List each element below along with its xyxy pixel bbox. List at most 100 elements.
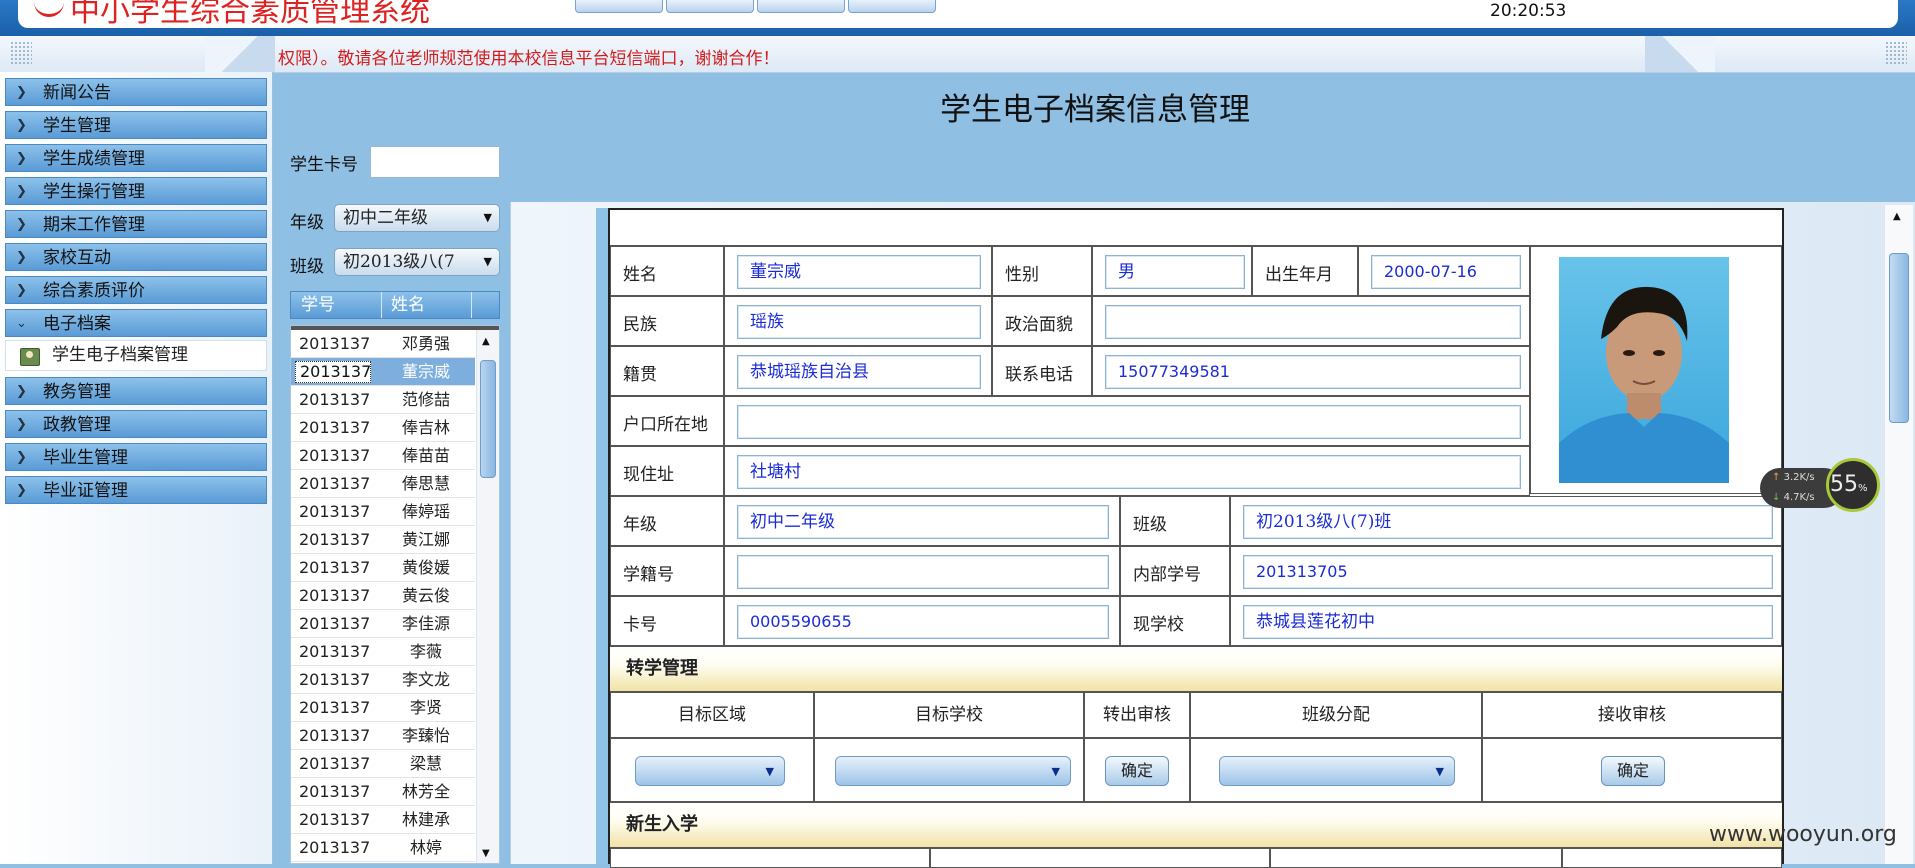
nav-button-help[interactable] (848, 0, 936, 13)
name-value-cell: 董宗威 (724, 246, 992, 296)
sidebar-item-diplomas[interactable]: ❯ 毕业证管理 (5, 476, 267, 504)
list-item[interactable]: 2013137 李文龙 (291, 666, 475, 694)
scroll-up-icon[interactable]: ▲ (1893, 211, 1901, 222)
list-item[interactable]: 2013137 黄俊媛 (291, 554, 475, 582)
chevron-right-icon: ❯ (16, 417, 27, 432)
column-header-receive-review: 接收审核 (1482, 692, 1782, 738)
list-item[interactable]: 2013137 林婷 (291, 834, 475, 862)
notice-marquee: 权限）。敬请各位老师规范使用本校信息平台短信端口，谢谢合作！ (278, 49, 780, 69)
list-item[interactable]: 2013137 李臻怡 (291, 722, 475, 750)
nav-button-home[interactable] (575, 0, 663, 13)
target-region-select[interactable]: ▼ (635, 756, 785, 786)
class-field[interactable]: 初2013级八(7)班 (1243, 505, 1773, 539)
phone-field[interactable]: 15077349581 (1105, 355, 1521, 389)
column-header-student-id[interactable]: 学号 (301, 292, 335, 318)
inner-id-label-cell: 内部学号 (1120, 546, 1230, 596)
scroll-down-icon[interactable]: ▼ (482, 848, 490, 859)
hukou-field[interactable] (737, 405, 1521, 439)
native-value-cell: 恭城瑶族自治县 (724, 346, 992, 396)
student-list: 2013137 邓勇强 2013137 董宗威 2013137 范修喆 2013137… (290, 325, 500, 864)
sidebar-item-students[interactable]: ❯ 学生管理 (5, 111, 267, 139)
network-speed-widget[interactable]: ↑ 3.2K/s ↓ 4.7K/s 55% (1760, 458, 1880, 516)
sidebar-item-political[interactable]: ❯ 政教管理 (5, 410, 267, 438)
list-item[interactable]: 2013137 林芳全 (291, 778, 475, 806)
target-school-cell: ▼ (814, 738, 1084, 802)
list-item[interactable]: 2013137 李贤 (291, 694, 475, 722)
card-number-input[interactable] (370, 146, 500, 178)
grade-field[interactable]: 初中二年级 (737, 505, 1109, 539)
left-grip-handle[interactable] (10, 41, 32, 65)
ethnic-field[interactable]: 瑶族 (737, 305, 981, 339)
enrollment-section-header: 新生入学 (610, 802, 1782, 848)
enrollment-cell (610, 848, 930, 868)
column-header-name[interactable]: 姓名 (391, 292, 425, 318)
list-item-selected[interactable]: 2013137 董宗威 (291, 358, 475, 386)
column-header-target-region: 目标区域 (610, 692, 814, 738)
political-label-cell: 政治面貌 (992, 296, 1092, 346)
address-label-cell: 现住址 (610, 446, 724, 496)
list-scroll-thumb[interactable] (480, 360, 496, 478)
sidebar-item-news[interactable]: ❯ 新闻公告 (5, 78, 267, 106)
nav-button-password[interactable] (666, 0, 754, 13)
target-school-select[interactable]: ▼ (835, 756, 1071, 786)
list-item[interactable]: 2013137 李佳源 (291, 610, 475, 638)
download-speed: ↓ 4.7K/s (1772, 492, 1815, 503)
list-item[interactable]: 2013137 林建承 (291, 806, 475, 834)
internal-id-field[interactable]: 201313705 (1243, 555, 1773, 589)
sidebar-item-scores[interactable]: ❯ 学生成绩管理 (5, 144, 267, 172)
school-value-cell: 恭城县莲花初中 (1230, 596, 1782, 646)
birth-value-cell: 2000-07-16 (1358, 246, 1530, 296)
sidebar-item-home-school[interactable]: ❯ 家校互动 (5, 243, 267, 271)
list-item[interactable]: 2013137 俸思慧 (291, 470, 475, 498)
sidebar-item-conduct[interactable]: ❯ 学生操行管理 (5, 177, 267, 205)
list-scrollbar[interactable]: ▲ ▼ (476, 330, 499, 863)
sidebar-item-graduates[interactable]: ❯ 毕业生管理 (5, 443, 267, 471)
native-place-field[interactable]: 恭城瑶族自治县 (737, 355, 981, 389)
name-field[interactable]: 董宗威 (737, 255, 981, 289)
list-item[interactable]: 2013137 黄云俊 (291, 582, 475, 610)
student-registry-field[interactable] (737, 555, 1109, 589)
transfer-out-confirm-button[interactable]: 确定 (1105, 756, 1169, 786)
list-item[interactable]: 2013137 梁慧 (291, 750, 475, 778)
chevron-right-icon: ❯ (16, 85, 27, 100)
address-field[interactable]: 社塘村 (737, 455, 1521, 489)
sidebar-item-term-end[interactable]: ❯ 期末工作管理 (5, 210, 267, 238)
chevron-right-icon: ❯ (16, 217, 27, 232)
page-scroll-thumb[interactable] (1889, 253, 1909, 423)
chevron-right-icon: ❯ (16, 283, 27, 298)
sidebar-item-e-archive[interactable]: ⌄ 电子档案 (5, 309, 267, 337)
page-title: 学生电子档案信息管理 (940, 92, 1250, 128)
ethnic-label-cell: 民族 (610, 296, 724, 346)
nav-button-mail[interactable] (757, 0, 845, 13)
class-assignment-select[interactable]: ▼ (1219, 756, 1455, 786)
photo-cell (1530, 246, 1782, 494)
inner-id-value-cell: 201313705 (1230, 546, 1782, 596)
card-number-field[interactable]: 0005590655 (737, 605, 1109, 639)
grade-select[interactable]: 初中二年级 ▼ (334, 204, 500, 232)
arrow-down-icon: ↓ (1772, 492, 1781, 503)
list-item[interactable]: 2013137 俸婷瑶 (291, 498, 475, 526)
gender-field[interactable]: 男 (1105, 255, 1245, 289)
native-label-cell: 籍贯 (610, 346, 724, 396)
class-value-cell: 初2013级八(7)班 (1230, 496, 1782, 546)
sidebar-item-academic[interactable]: ❯ 教务管理 (5, 377, 267, 405)
list-item[interactable]: 2013137 俸吉林 (291, 414, 475, 442)
receive-confirm-button[interactable]: 确定 (1601, 756, 1665, 786)
list-item[interactable]: 2013137 李薇 (291, 638, 475, 666)
class-select[interactable]: 初2013级八(7 ▼ (334, 248, 500, 276)
birth-date-field[interactable]: 2000-07-16 (1371, 255, 1521, 289)
watermark: www.wooyun.org (1709, 822, 1897, 847)
list-item[interactable]: 2013137 黄江娜 (291, 526, 475, 554)
list-item[interactable]: 2013137 邓勇强 (291, 330, 475, 358)
list-item[interactable]: 2013137 范修喆 (291, 386, 475, 414)
right-grip-handle[interactable] (1885, 41, 1907, 65)
list-item[interactable]: 2013137 俸苗苗 (291, 442, 475, 470)
political-status-field[interactable] (1105, 305, 1521, 339)
sidebar-item-evaluation[interactable]: ❯ 综合素质评价 (5, 276, 267, 304)
chevron-down-icon: ⌄ (16, 316, 27, 331)
scroll-up-icon[interactable]: ▲ (482, 336, 490, 347)
current-school-field[interactable]: 恭城县莲花初中 (1243, 605, 1773, 639)
card-label-cell: 卡号 (610, 596, 724, 646)
page-scrollbar[interactable]: ▲ (1884, 205, 1913, 864)
sidebar-subitem-archive-management[interactable]: 学生电子档案管理 (5, 340, 267, 371)
